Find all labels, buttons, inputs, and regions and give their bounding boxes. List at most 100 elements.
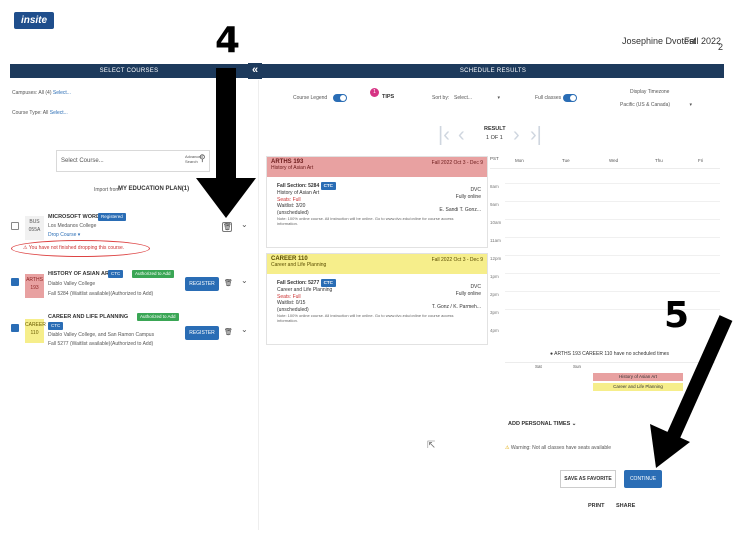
card-meta: DVC Fully online E. Sandi T. Gonz... [439,187,481,214]
day-header: Fri [698,158,704,163]
step-4-label: 4 [215,20,241,61]
import-plan-link[interactable]: MY EDUCATION PLAN(1) [118,186,189,192]
card-note: Note: 100% online course. All instructio… [277,313,454,323]
card-dvc: DVC [470,187,481,193]
trash-icon[interactable]: 🗑 [222,222,232,232]
register-button-career[interactable]: REGISTER [185,326,219,340]
card-meta: DVC Fully online T. Gonz / K. Parmeh... [432,284,481,311]
day-header: Sat [535,364,542,369]
card-dvc: DVC [470,284,481,290]
card-instructor: T. Gonz / K. Parmeh... [431,304,481,310]
course-checkbox-career[interactable] [11,324,19,332]
time-label: 4pm [490,328,499,333]
chevron-down-icon[interactable]: ⌄ [241,276,248,285]
prev-page-icon[interactable]: ‹ [458,124,465,147]
time-label: 10am [490,220,502,225]
course-legend-label: Course Legend [293,95,328,101]
course-title-career: CAREER AND LIFE PLANNING [48,314,129,320]
add-personal-label: ADD PERSONAL TIMES [508,421,571,427]
course-checkbox-bus[interactable] [11,222,19,230]
timezone-label: Display Timezone [630,89,670,95]
schedule-card-career: CAREER 110 Career and Life Planning Fall… [266,253,488,345]
tips-badge: 1 [370,88,379,97]
section-number: Fall Section: 5277 [277,280,320,286]
course-college-career: Diablo Valley College, and San Ramon Cam… [48,332,155,338]
course-college-arths: Diablo Valley College [48,281,96,287]
section-tag: CTC [320,182,336,190]
course-code-bus: BUS 055A [25,216,44,240]
course-type-label: Course Type: [12,110,42,116]
term-label[interactable]: Fall 2022 [684,36,721,46]
time-label: 12pm [490,256,502,261]
continue-button[interactable]: CONTINUE [624,470,662,488]
timezone-select[interactable]: Pacific (US & Canada) ▾ [620,102,692,108]
registered-badge: Registered [98,213,126,221]
chevron-down-icon[interactable]: ⌄ [241,220,248,229]
sort-value: Select... [454,95,473,101]
day-header: Mon [515,158,524,163]
card-mode: Fully online [455,291,481,297]
corner-number: 2 [718,42,724,52]
card-header-career[interactable]: CAREER 110 Career and Life Planning Fall… [267,254,487,274]
campuses-label: Campuses: [12,90,38,96]
sort-label: Sort by: [432,95,450,101]
chevron-down-icon: ⌄ [571,421,577,427]
card-term: Fall 2022 Oct 3 - Dec 9 [431,257,483,263]
last-page-icon[interactable]: ›| [530,124,542,147]
authorized-badge-career: Authorized to Add [137,313,179,321]
day-header: Thu [655,158,663,163]
sort-select[interactable]: Select... ▾ [454,95,500,101]
print-link[interactable]: PRINT [588,503,605,509]
day-header: Sun [573,364,582,369]
add-personal-times[interactable]: ADD PERSONAL TIMES ⌄ [508,421,576,427]
trash-icon[interactable]: 🗑 [224,279,233,287]
course-type-select-link[interactable]: Select... [50,110,68,116]
tips-link[interactable]: TIPS [382,94,394,100]
trash-icon[interactable]: 🗑 [224,328,233,336]
course-status-arths: Fall 5284 (Waitlist available)(Authorize… [48,291,154,297]
timezone-value: Pacific (US & Canada) [620,102,671,108]
card-header-arths[interactable]: ARTHS 193 History of Asian Art Fall 2022… [267,157,487,177]
full-classes-label: Full classes [535,95,562,101]
time-label: 1pm [490,274,499,279]
section-tag: CTC [320,279,336,287]
step-5-arrow-icon [650,315,733,468]
share-link[interactable]: SHARE [616,503,635,509]
ctc-badge-arths: CTC [108,270,124,278]
panel-divider [258,80,259,530]
campuses-select-link[interactable]: Select... [53,90,71,96]
course-type-value: All [42,110,49,116]
warning-text: You have not finished dropping this cour… [28,245,125,251]
full-classes-toggle[interactable] [563,94,577,102]
course-title-bus: MICROSOFT WORD [48,214,100,220]
course-college-bus: Los Medanos College [48,223,97,229]
card-note: Note: 100% online course. All instructio… [277,216,454,226]
app-logo: insite [14,12,54,29]
course-checkbox-arths[interactable] [11,278,19,286]
schedule-card-arths: ARTHS 193 History of Asian Art Fall 2022… [266,156,488,248]
card-term: Fall 2022 Oct 3 - Dec 9 [431,160,483,166]
unfinished-drop-warning: ⚠ You have not finished dropping this co… [23,245,125,251]
day-header: Wed [609,158,619,163]
time-label: 2pm [490,292,499,297]
time-label: 9am [490,202,499,207]
result-label: RESULT [484,126,506,132]
chevron-down-icon[interactable]: ⌄ [241,325,248,334]
register-button-arths[interactable]: REGISTER [185,277,219,291]
next-page-icon[interactable]: › [513,124,520,147]
course-legend-toggle[interactable] [333,94,347,102]
step-4-arrow-icon [196,68,256,218]
card-instructor: E. Sandi T. Gonz... [439,207,481,213]
drop-course-select[interactable]: Drop Course ▾ [48,232,80,238]
import-label: Import from: [94,187,121,193]
campuses-value: All (4) [38,90,52,96]
result-count: 1 OF 1 [486,135,503,141]
time-label: 8am [490,184,499,189]
campuses-filter: Campuses: All (4) Select... [12,90,71,96]
first-page-icon[interactable]: |‹ [438,124,450,147]
time-label: 3pm [490,310,499,315]
warning-icon: ⚠ [505,445,510,451]
chevron-down-icon: ▾ [689,102,692,108]
save-favorite-button[interactable]: SAVE AS FAVORITE [560,470,616,488]
course-code-arths: ARTHS 193 [25,274,44,298]
